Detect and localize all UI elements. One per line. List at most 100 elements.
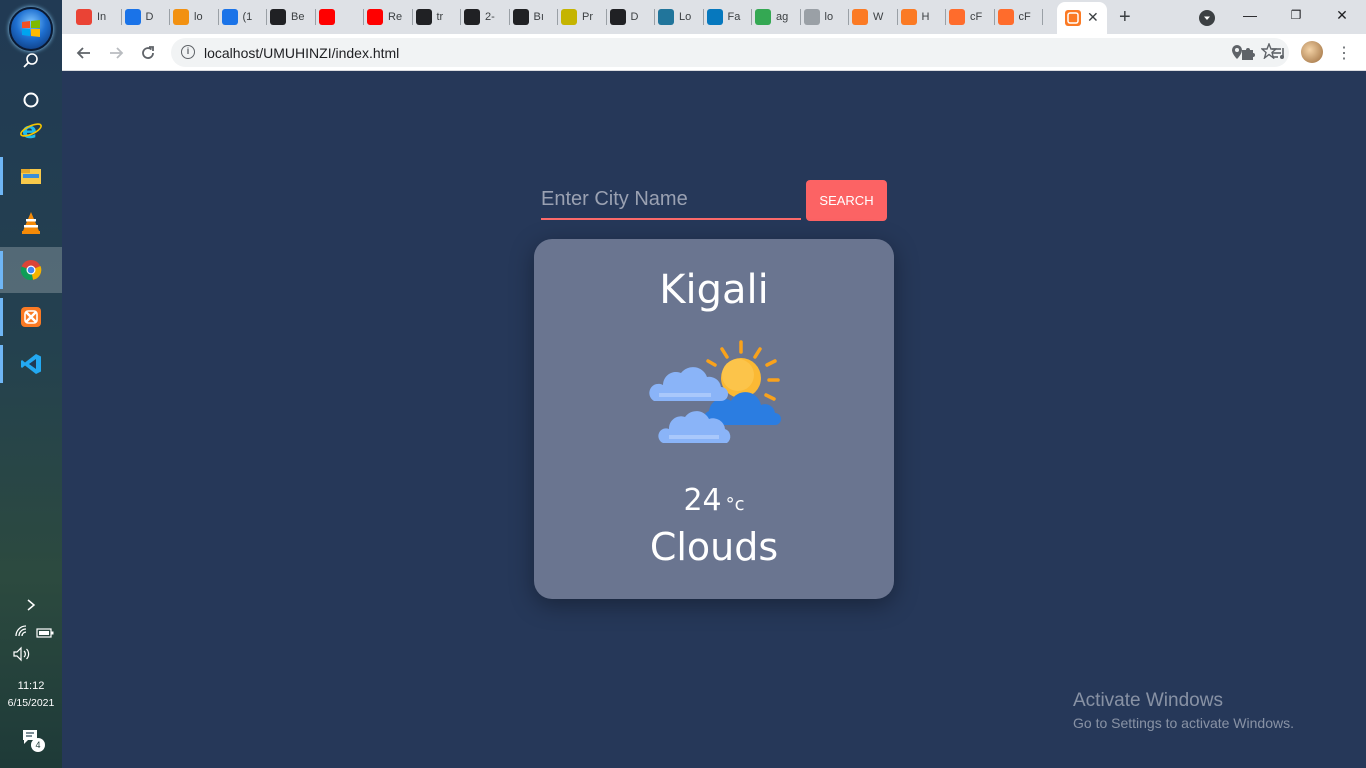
youtube-icon [318, 9, 335, 25]
clock-date[interactable]: 6/15/2021 [0, 697, 62, 709]
browser-tab[interactable]: Fa [706, 6, 740, 28]
search-button[interactable]: SEARCH [806, 180, 887, 221]
tab-separator [848, 9, 849, 25]
browser-tab[interactable]: Be [270, 6, 304, 28]
browser-tab[interactable]: lo [173, 6, 203, 28]
tab-separator [314, 9, 316, 25]
extensions-puzzle-icon[interactable] [1234, 39, 1262, 67]
tab-separator [605, 9, 607, 25]
browser-tab[interactable]: lo [803, 6, 834, 28]
clock-time[interactable]: 11:12 [0, 680, 62, 692]
battery-icon[interactable] [36, 625, 54, 643]
back-button[interactable] [70, 39, 98, 67]
activate-windows-watermark: Activate Windows Go to Settings to activ… [1073, 690, 1294, 731]
vlc-icon[interactable] [0, 200, 62, 246]
tab-label: W [873, 11, 884, 23]
tab-label: D [630, 11, 639, 23]
city-search-input[interactable] [541, 180, 801, 220]
windows-taskbar: e 11:12 6/15/2021 4 [0, 0, 62, 768]
forward-button[interactable] [102, 39, 130, 67]
tab-label: 2- [485, 11, 495, 23]
browser-tab[interactable]: Re [367, 6, 402, 28]
vscode-icon[interactable] [0, 341, 62, 387]
profile-avatar[interactable] [1301, 41, 1323, 63]
file-explorer-icon[interactable] [0, 153, 62, 199]
tab-separator [896, 9, 898, 25]
media-queue-icon[interactable] [1265, 39, 1293, 67]
browser-tab-strip: In Dlo (1 Be Re tr 2- Bı Pr D Lo Fa ag lo W HcF cF ✕ + —… [62, 0, 1366, 34]
show-hidden-icons-chevron-icon[interactable] [0, 583, 62, 627]
codepen-icon [464, 9, 480, 25]
wordpress-icon [658, 9, 674, 25]
tab-separator [993, 9, 995, 25]
tab-separator [654, 9, 655, 25]
close-window-button[interactable]: ✕ [1319, 0, 1365, 30]
active-tab[interactable]: ✕ [1057, 2, 1107, 34]
download-icon [124, 9, 141, 25]
browser-menu-icon[interactable]: ⋮ [1330, 39, 1358, 67]
tab-label: cF [1018, 11, 1031, 23]
tab-separator [460, 9, 461, 25]
browser-tab[interactable]: tr [415, 6, 444, 28]
action-center-icon[interactable]: 4 [22, 729, 45, 752]
browser-tab[interactable]: In [76, 6, 106, 28]
browser-tab[interactable]: Pr [561, 6, 593, 28]
browser-tab[interactable]: H [900, 6, 929, 28]
volume-icon[interactable] [12, 646, 32, 667]
chrome-icon[interactable] [0, 247, 62, 293]
running-indicator [0, 157, 3, 195]
temperature-readout: 24 °c [534, 483, 894, 518]
tab-separator [411, 9, 413, 25]
phpmyadmin-icon [173, 9, 189, 25]
browser-tab[interactable]: cF [997, 6, 1031, 28]
tab-label: Re [388, 11, 403, 23]
tab-separator [266, 9, 267, 25]
tab-label: ag [776, 11, 789, 23]
browser-tab[interactable]: D [124, 6, 153, 28]
tab-label: lo [824, 11, 834, 23]
restore-button[interactable]: ❐ [1273, 0, 1319, 30]
tab-label: In [97, 11, 107, 23]
tab-search-icon[interactable] [1199, 10, 1215, 26]
tab-separator [169, 9, 170, 25]
site-info-icon[interactable]: i [181, 45, 195, 59]
xampp-icon[interactable] [0, 294, 62, 340]
new-tab-button[interactable]: + [1119, 6, 1131, 29]
tab-label: Be [291, 11, 305, 23]
reload-button[interactable] [134, 39, 162, 67]
browser-tab[interactable]: ag [755, 6, 788, 28]
browser-tab[interactable]: W [852, 6, 883, 28]
browser-tab[interactable]: cF [949, 6, 982, 28]
close-tab-icon[interactable]: ✕ [1087, 9, 1099, 26]
tab-label: Bı [533, 11, 544, 23]
cpanel-icon [997, 9, 1014, 25]
tab-separator [508, 9, 510, 25]
cpanel-icon [949, 9, 965, 25]
wave-icon [561, 9, 577, 25]
wifi-icon[interactable] [14, 624, 30, 643]
arrow-right-icon [110, 47, 124, 59]
tab-separator [217, 9, 219, 25]
minimize-button[interactable]: — [1227, 0, 1273, 30]
browser-tab[interactable]: Bı [512, 6, 544, 28]
browser-tab[interactable]: D [609, 6, 639, 28]
watermark-subtitle: Go to Settings to activate Windows. [1073, 715, 1294, 731]
xampp-icon [852, 9, 868, 25]
notification-count-badge: 4 [31, 738, 45, 752]
browser-tab[interactable]: 2- [464, 6, 495, 28]
tab-label: tr [436, 11, 444, 23]
url-text[interactable]: localhost/UMUHINZI/index.html [204, 45, 399, 61]
watermark-title: Activate Windows [1073, 690, 1223, 711]
address-bar[interactable]: i localhost/UMUHINZI/index.html [171, 38, 1289, 67]
running-indicator [0, 251, 3, 289]
github-icon [415, 9, 432, 25]
browser-tab[interactable] [318, 6, 340, 28]
tab-label: Lo [679, 11, 692, 23]
reload-icon [142, 46, 154, 59]
xampp-icon [803, 9, 820, 25]
internet-explorer-icon[interactable]: e [0, 107, 62, 153]
browser-tab[interactable]: Lo [658, 6, 691, 28]
skype-icon [221, 9, 238, 25]
github-icon [512, 9, 529, 25]
browser-tab[interactable]: (1 [221, 6, 252, 28]
